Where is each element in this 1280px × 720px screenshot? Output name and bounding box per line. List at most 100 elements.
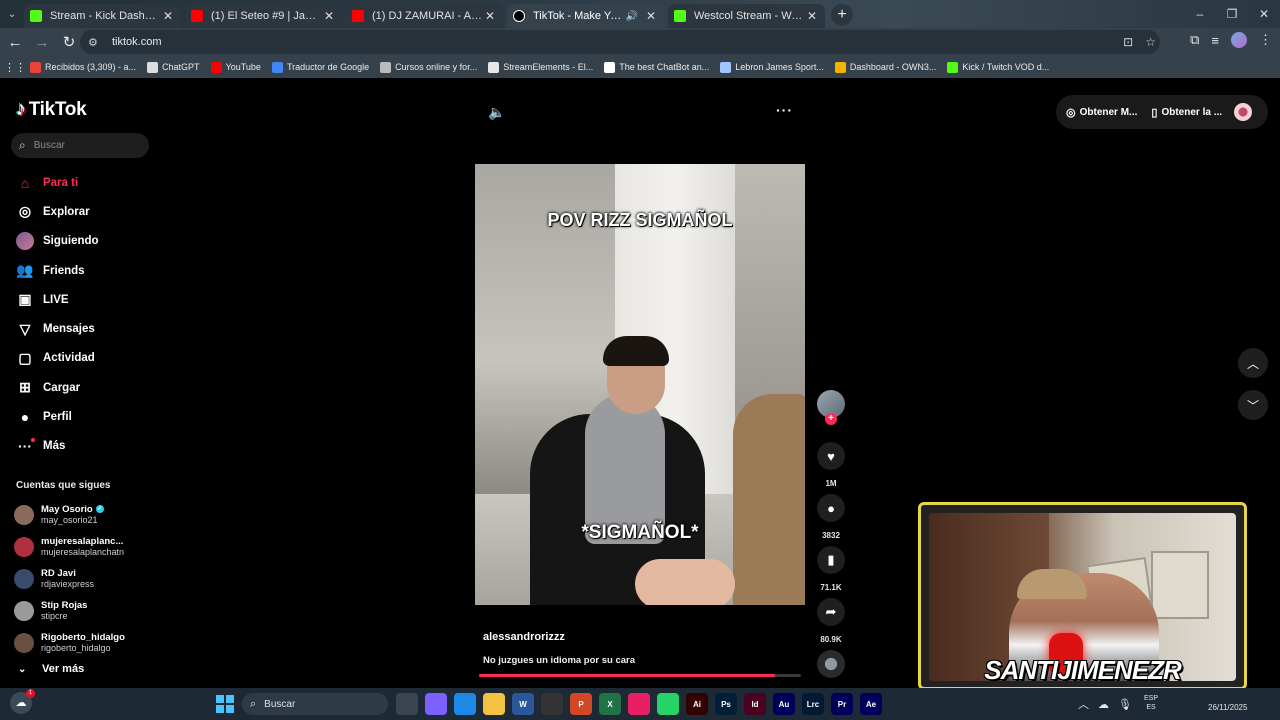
music-disc-icon[interactable]	[817, 650, 845, 678]
browser-tab[interactable]: Westcol Stream - Watch Live o✕	[668, 4, 825, 28]
bookmark-item[interactable]: YouTube	[210, 61, 261, 73]
onedrive-icon[interactable]: ☁	[1098, 698, 1109, 711]
tab-close-icon[interactable]: ✕	[805, 9, 819, 23]
taskbar-app-icon[interactable]: W	[512, 693, 534, 715]
sidebar-item[interactable]: ▽ Mensajes	[16, 314, 156, 343]
taskbar-app-icon[interactable]: Pr	[831, 693, 853, 715]
more-options-icon[interactable]: ···	[776, 102, 793, 118]
bookmark-item[interactable]: Cursos online y for...	[380, 61, 477, 73]
taskbar-app-icon[interactable]: Ps	[715, 693, 737, 715]
browser-tab[interactable]: Stream - Kick Dashboard ✕	[24, 4, 181, 28]
bookmark-item[interactable]: Lebron James Sport...	[720, 61, 824, 73]
install-app-icon[interactable]: ⊡	[1123, 35, 1133, 49]
previous-video-button[interactable]: ︿	[1238, 348, 1268, 378]
taskbar-app-icon[interactable]: Id	[744, 693, 766, 715]
taskbar-app-icon[interactable]	[483, 693, 505, 715]
site-info-icon[interactable]: ⚙	[88, 36, 102, 49]
browser-tab[interactable]: (1) El Seteo #9 | Janbo (Reggae✕	[185, 4, 342, 28]
following-account[interactable]: Stip Rojas stipcre	[14, 595, 154, 627]
following-account[interactable]: Rigoberto_hidalgo rigoberto_hidalgo	[14, 627, 154, 659]
browser-tab[interactable]: (1) DJ ZAMURAI - ARRECOSTAD✕	[346, 4, 503, 28]
follow-plus-icon[interactable]: +	[825, 413, 837, 425]
user-avatar[interactable]	[1234, 103, 1252, 121]
reload-icon[interactable]: ↻	[57, 30, 81, 54]
following-account[interactable]: mujeresalaplanc... mujeresalaplanchatn	[14, 531, 154, 563]
taskbar-app-icon[interactable]: Lrc	[802, 693, 824, 715]
address-bar[interactable]: ⚙ tiktok.com ⊡ ☆	[80, 30, 1160, 54]
bookmark-item[interactable]: Recibidos (3,309) - a...	[30, 61, 136, 73]
see-more-button[interactable]: ⌄ Ver más	[18, 663, 84, 675]
bookmark-item[interactable]: Kick / Twitch VOD d...	[947, 61, 1050, 73]
video-player[interactable]: POV RIZZ SIGMAÑOL *SIGMAÑOL*	[475, 164, 805, 605]
following-account[interactable]: RD Javi rdjaviexpress	[14, 563, 154, 595]
sidebar-item[interactable]: ··· Más	[16, 432, 156, 461]
volume-icon[interactable]: 🔈	[488, 104, 505, 121]
widgets-icon[interactable]: ☁ 1	[10, 689, 35, 714]
taskbar-app-icon[interactable]	[454, 693, 476, 715]
taskbar-app-icon[interactable]	[657, 693, 679, 715]
tray-expand-icon[interactable]: ︿	[1078, 696, 1089, 712]
microphone-icon[interactable]: 🎙	[1118, 698, 1132, 711]
taskbar-search[interactable]: ⌕ Buscar	[242, 693, 388, 715]
share-button[interactable]: ➦	[817, 598, 845, 626]
search-input[interactable]: ⌕ Buscar	[11, 133, 149, 158]
tab-audio-icon[interactable]: 🔊	[626, 11, 638, 22]
start-button[interactable]	[216, 695, 234, 713]
sidebar-item[interactable]: ● Perfil	[16, 402, 156, 431]
tab-favicon-icon	[191, 10, 203, 22]
language-indicator[interactable]: ESP ES	[1144, 694, 1158, 712]
taskbar-app-icon[interactable]: X	[599, 693, 621, 715]
taskbar-app-icon[interactable]: Au	[773, 693, 795, 715]
apps-grid-icon[interactable]: ⋮⋮	[0, 61, 30, 74]
forward-icon[interactable]: →	[30, 30, 54, 54]
bookmark-item[interactable]: The best ChatBot an...	[604, 61, 709, 73]
get-coins-button[interactable]: ◎ Obtener M...	[1066, 106, 1137, 119]
bookmark-item[interactable]: StreamElements - El...	[488, 61, 593, 73]
get-coins-label: Obtener M...	[1079, 106, 1138, 118]
browser-tab[interactable]: TikTok - Make Your Day🔊 ✕	[507, 4, 664, 28]
new-tab-button[interactable]: +	[831, 4, 853, 26]
sidebar-item[interactable]: ⊞ Cargar	[16, 373, 156, 402]
sidebar-item[interactable]: ▢ Actividad	[16, 344, 156, 373]
tab-close-icon[interactable]: ✕	[483, 9, 497, 23]
bookmark-star-icon[interactable]: ☆	[1145, 35, 1156, 49]
get-app-button[interactable]: ▯ Obtener la ...	[1151, 106, 1222, 119]
maximize-button[interactable]: ❐	[1216, 0, 1248, 28]
tab-close-icon[interactable]: ✕	[161, 9, 175, 23]
video-author[interactable]: alessandrorizzz	[483, 631, 565, 643]
bookmark-item[interactable]: Traductor de Google	[271, 61, 369, 73]
tab-close-icon[interactable]: ✕	[322, 9, 336, 23]
taskbar-app-icon[interactable]: P	[570, 693, 592, 715]
following-account[interactable]: May Osorio ✓ may_osorio21	[14, 499, 154, 531]
sidebar-item[interactable]: 👥 Friends	[16, 256, 156, 285]
video-progress-bar[interactable]	[479, 674, 801, 677]
next-video-button[interactable]: ﹀	[1238, 390, 1268, 420]
taskbar-app-icon[interactable]	[628, 693, 650, 715]
sidebar-item[interactable]: ⌂ Para ti	[16, 168, 156, 197]
minimize-button[interactable]: –	[1184, 0, 1216, 28]
sidebar-item[interactable]: ◎ Explorar	[16, 197, 156, 226]
bookmark-item[interactable]: ChatGPT	[147, 61, 200, 73]
heart-button[interactable]: ♥	[817, 442, 845, 470]
media-controls-icon[interactable]: ≡	[1211, 33, 1219, 48]
sidebar-item[interactable]: Siguiendo	[16, 227, 156, 256]
tab-close-icon[interactable]: ✕	[644, 9, 658, 23]
profile-avatar[interactable]	[1231, 32, 1247, 48]
comment-button[interactable]: ●	[817, 494, 845, 522]
bookmark-button[interactable]: ▮	[817, 546, 845, 574]
taskbar-app-icon[interactable]	[396, 693, 418, 715]
taskbar-app-icon[interactable]: Ae	[860, 693, 882, 715]
sidebar-item[interactable]: ▣ LIVE	[16, 285, 156, 314]
extensions-icon[interactable]: ⧉	[1190, 32, 1199, 48]
bookmark-label: Kick / Twitch VOD d...	[962, 62, 1050, 72]
taskbar-app-icon[interactable]	[425, 693, 447, 715]
clock-date[interactable]: 26/11/2025	[1208, 703, 1247, 712]
tiktok-logo[interactable]: ♪ TikTok	[16, 98, 87, 121]
tab-search-menu[interactable]: ⌄	[0, 0, 24, 28]
bookmark-item[interactable]: Dashboard - OWN3...	[834, 61, 936, 73]
taskbar-app-icon[interactable]: Ai	[686, 693, 708, 715]
browser-menu-icon[interactable]: ⋮	[1259, 32, 1272, 48]
back-icon[interactable]: ←	[3, 30, 27, 54]
close-window-button[interactable]: ✕	[1248, 0, 1280, 28]
taskbar-app-icon[interactable]	[541, 693, 563, 715]
